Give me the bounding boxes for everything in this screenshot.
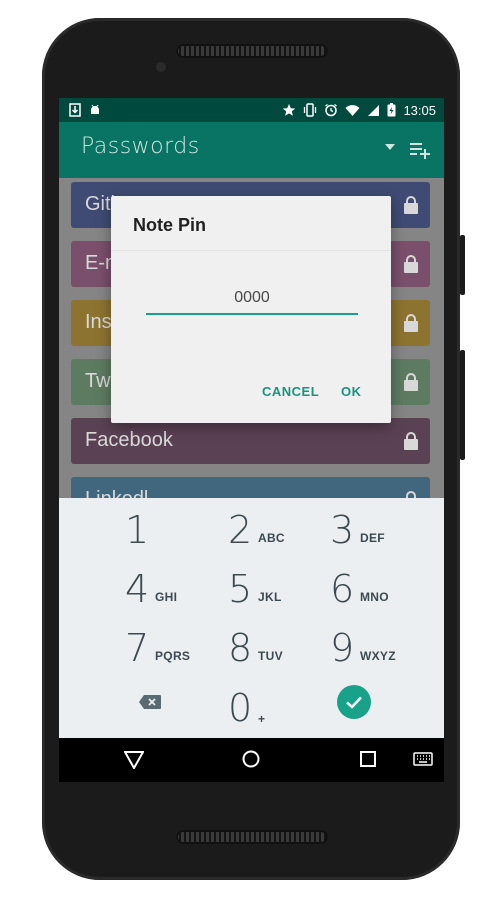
- entry-label: Facebook: [85, 429, 173, 451]
- home-icon[interactable]: [242, 750, 260, 768]
- screen: 13:05 Passwords Gith E-m Ins Tw Facebook…: [59, 98, 444, 782]
- wifi-icon: [345, 104, 360, 116]
- cell-signal-icon: [368, 104, 380, 116]
- sort-dropdown-icon[interactable]: [385, 144, 395, 150]
- vibrate-icon: [304, 103, 317, 117]
- entry-label: Ins: [85, 311, 112, 333]
- key-1[interactable]: 1: [125, 500, 235, 552]
- key-letters: ABC: [258, 531, 285, 545]
- star-icon: [283, 104, 296, 116]
- key-6[interactable]: 6 MNO: [330, 559, 440, 611]
- cancel-button[interactable]: CANCEL: [262, 384, 319, 399]
- key-letters: TUV: [258, 649, 283, 663]
- key-digit: 0: [228, 686, 253, 730]
- navigation-bar: [59, 738, 444, 782]
- power-button: [460, 350, 465, 460]
- key-digit: 5: [228, 567, 253, 611]
- lock-icon: [404, 314, 418, 332]
- check-icon: [346, 696, 362, 709]
- status-bar: 13:05: [59, 98, 444, 122]
- list-item[interactable]: Facebook: [71, 418, 430, 464]
- key-letters: MNO: [360, 590, 389, 604]
- key-digit: 8: [228, 626, 253, 670]
- lock-icon: [404, 432, 418, 450]
- key-digit: 7: [125, 626, 150, 670]
- key-letters: WXYZ: [360, 649, 396, 663]
- key-digit: 2: [228, 508, 253, 552]
- key-0[interactable]: 0 +: [228, 678, 338, 730]
- alarm-icon: [325, 103, 338, 117]
- status-time: 13:05: [403, 102, 436, 118]
- done-button[interactable]: [337, 685, 371, 719]
- playlist-add-icon[interactable]: [409, 140, 431, 160]
- key-2[interactable]: 2 ABC: [228, 500, 338, 552]
- key-digit: 6: [330, 567, 355, 611]
- key-letters: +: [258, 712, 266, 726]
- key-digit: 3: [330, 508, 355, 552]
- key-3[interactable]: 3 DEF: [330, 500, 440, 552]
- key-letters: GHI: [155, 590, 178, 604]
- android-debug-icon: [91, 104, 99, 114]
- lock-icon: [404, 255, 418, 273]
- ok-button[interactable]: OK: [341, 384, 362, 399]
- key-letters: JKL: [258, 590, 282, 604]
- battery-charging-icon: [387, 103, 396, 117]
- lock-icon: [404, 196, 418, 214]
- key-4[interactable]: 4 GHI: [125, 559, 235, 611]
- key-8[interactable]: 8 TUV: [228, 618, 338, 670]
- app-bar: Passwords: [59, 122, 444, 178]
- key-letters: PQRS: [155, 649, 191, 663]
- top-speaker: [176, 44, 328, 58]
- app-title: Passwords: [81, 134, 200, 159]
- download-notification-icon: [69, 103, 81, 117]
- entry-label: Tw: [85, 370, 111, 392]
- bottom-speaker: [176, 830, 328, 844]
- numeric-keypad: 1 2 ABC 3 DEF 4 GHI 5 JKL 6 MNO 7 PQRS 8: [59, 498, 444, 738]
- key-digit: 4: [125, 567, 150, 611]
- key-letters: DEF: [360, 531, 385, 545]
- key-9[interactable]: 9 WXYZ: [330, 618, 440, 670]
- back-icon[interactable]: [124, 751, 144, 769]
- divider: [111, 250, 391, 251]
- key-digit: 9: [330, 626, 355, 670]
- front-camera: [156, 62, 166, 72]
- pin-input[interactable]: [146, 283, 358, 315]
- key-7[interactable]: 7 PQRS: [125, 618, 235, 670]
- volume-button: [460, 235, 465, 295]
- recents-icon[interactable]: [360, 751, 376, 767]
- lock-icon: [404, 373, 418, 391]
- dialog-title: Note Pin: [133, 215, 207, 235]
- keyboard-icon[interactable]: [413, 752, 433, 766]
- backspace-icon[interactable]: [138, 694, 162, 710]
- key-5[interactable]: 5 JKL: [228, 559, 338, 611]
- note-pin-dialog: Note Pin CANCEL OK: [111, 196, 391, 423]
- key-digit: 1: [125, 508, 150, 552]
